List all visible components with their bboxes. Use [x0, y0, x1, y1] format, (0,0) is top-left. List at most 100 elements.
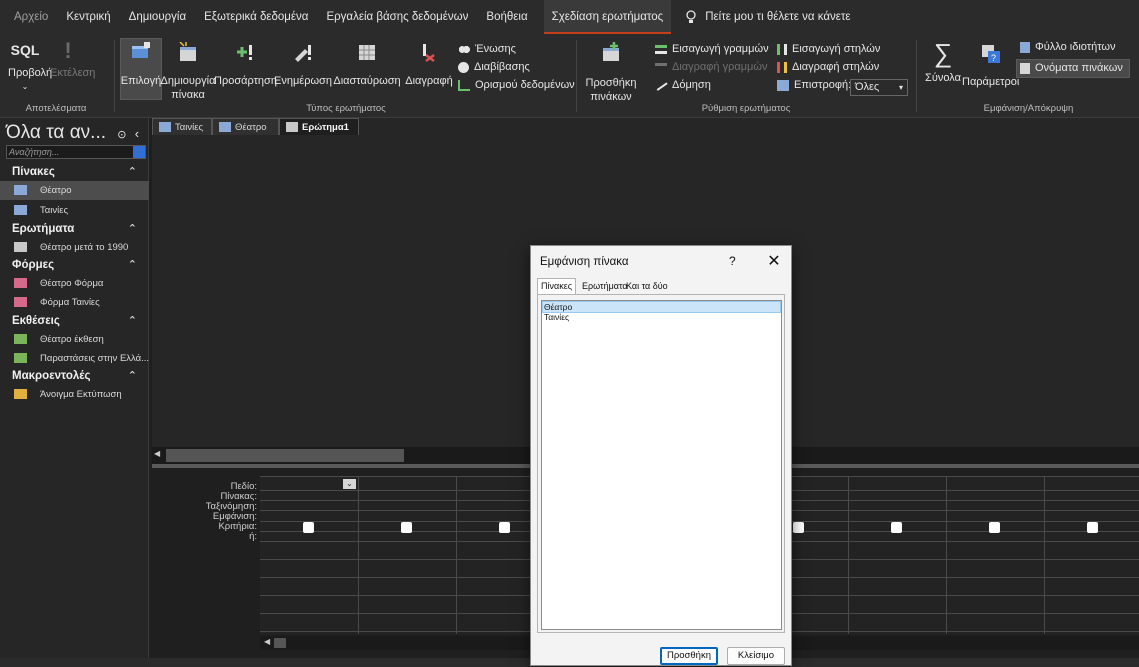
parameters-icon: ? — [982, 45, 1000, 63]
update-pencil-icon — [295, 45, 311, 62]
update-button[interactable]: Ενημέρωση — [272, 42, 334, 88]
data-definition-icon — [458, 79, 470, 91]
add-button[interactable]: Προσθήκη — [660, 647, 718, 665]
delete-query-button[interactable]: Διαγραφή — [404, 42, 454, 88]
show-hide-group-label: Εμφάνιση/Απόκρυψη — [983, 103, 1074, 114]
show-checkbox[interactable] — [499, 522, 510, 533]
nav-category-tables[interactable]: Πίνακες ⌃ — [0, 164, 149, 181]
append-icon — [237, 45, 252, 60]
row-label-or: ή: — [249, 531, 257, 542]
delete-rows-button[interactable]: Διαγραφή γραμμών — [655, 61, 767, 73]
nav-item-report-theatro[interactable]: Θέατρο έκθεση — [0, 330, 149, 349]
doc-tab-query1[interactable]: Ερώτημα1 — [279, 118, 359, 135]
doc-tab-tainies[interactable]: Ταινίες — [152, 118, 212, 135]
sql-view-button[interactable]: SQL Προβολή ⌄ — [8, 40, 53, 94]
close-button[interactable]: Κλείσιμο — [727, 647, 785, 665]
insert-columns-button[interactable]: Εισαγωγή στηλών — [777, 43, 880, 55]
nav-item-label: Άνοιγμα Εκτύπωση — [40, 389, 122, 400]
nav-item-label: Θέατρο μετά το 1990 — [40, 242, 129, 253]
append-button[interactable]: Προσάρτηση — [214, 42, 277, 88]
show-checkbox[interactable] — [891, 522, 902, 533]
dialog-tab-panel: Θέατρο Ταινίες — [537, 294, 785, 633]
scrollbar-thumb[interactable] — [274, 638, 286, 648]
show-checkbox[interactable] — [401, 522, 412, 533]
nav-search-input[interactable]: Αναζήτηση... — [6, 145, 146, 159]
tab-query-design[interactable]: Σχεδίαση ερωτήματος — [543, 0, 672, 34]
totals-button[interactable]: ∑ Σύνολα — [920, 40, 966, 85]
make-table-label-2: πίνακα — [171, 89, 205, 101]
doc-tab-label: Θέατρο — [235, 122, 267, 133]
builder-button[interactable]: Δόμηση — [654, 79, 711, 91]
nav-item-theatro-table[interactable]: Θέατρο — [0, 181, 149, 200]
nav-category-macros[interactable]: Μακροεντολές ⌃ — [0, 368, 149, 385]
field-dropdown[interactable]: ⌄ — [343, 479, 356, 489]
list-item-tainies[interactable]: Ταινίες — [543, 312, 780, 322]
nav-item-form-theatro[interactable]: Θέατρο Φόρμα — [0, 274, 149, 293]
scroll-left-arrow[interactable]: ◀ — [154, 449, 164, 462]
crosstab-button[interactable]: Διασταύρωση — [330, 42, 404, 88]
nav-item-tainies-table[interactable]: Ταινίες — [0, 201, 149, 220]
property-sheet-button[interactable]: Φύλλο ιδιοτήτων — [1020, 41, 1116, 53]
table-list[interactable]: Θέατρο Ταινίες — [541, 300, 782, 630]
search-icon[interactable] — [133, 146, 145, 158]
union-button[interactable]: Ένωσης — [458, 43, 516, 55]
return-icon — [777, 79, 789, 91]
nav-category-label: Μακροεντολές — [12, 370, 91, 382]
select-query-button[interactable]: Επιλογή — [118, 42, 164, 88]
run-button[interactable]: ! Εκτέλεση — [50, 40, 95, 80]
add-tables-button[interactable]: Προσθήκη πινάκων — [582, 42, 640, 104]
nav-search-placeholder: Αναζήτηση... — [9, 147, 60, 157]
tell-me-box[interactable]: Πείτε μου τι θέλετε να κάνετε — [685, 10, 851, 24]
chevron-left-icon[interactable]: ‹ — [135, 126, 139, 141]
parameters-button[interactable]: ? Παράμετροι — [962, 42, 1019, 89]
return-combo[interactable]: Όλες ▾ — [850, 79, 908, 96]
tab-external-data[interactable]: Εξωτερικά δεδομένα — [202, 0, 310, 34]
make-table-icon — [179, 42, 196, 61]
nav-item-query[interactable]: Θέατρο μετά το 1990 — [0, 238, 149, 257]
tab-database-tools[interactable]: Εργαλεία βάσης δεδομένων — [324, 0, 470, 34]
tab-help[interactable]: Βοήθεια — [484, 0, 529, 34]
tab-create[interactable]: Δημιουργία — [127, 0, 188, 34]
scroll-left-arrow[interactable]: ◀ — [264, 637, 270, 646]
delete-query-icon — [423, 44, 435, 62]
document-tabs: Ταινίες Θέατρο Ερώτημα1 — [152, 118, 1139, 135]
data-definition-button[interactable]: Ορισμού δεδομένων — [458, 79, 575, 91]
dialog-title: Εμφάνιση πίνακα — [540, 256, 629, 268]
nav-category-label: Φόρμες — [12, 259, 55, 271]
doc-tab-theatro[interactable]: Θέατρο — [212, 118, 279, 135]
insert-rows-button[interactable]: Εισαγωγή γραμμών — [655, 43, 769, 55]
pass-through-button[interactable]: Διαβίβασης — [458, 61, 530, 73]
nav-item-report-performances[interactable]: Παραστάσεις στην Ελλά... — [0, 349, 149, 368]
list-item-theatro[interactable]: Θέατρο — [542, 301, 781, 313]
nav-item-label: Θέατρο — [40, 185, 72, 196]
show-checkbox[interactable] — [1087, 522, 1098, 533]
view-label: Προβολή — [8, 67, 53, 79]
dialog-tab-both[interactable]: Και τα δύο — [623, 279, 671, 294]
table-icon — [14, 205, 27, 215]
select-label: Επιλογή — [120, 75, 162, 87]
delete-columns-button[interactable]: Διαγραφή στηλών — [777, 61, 879, 73]
table-names-button[interactable]: Ονόματα πινάκων — [1020, 62, 1123, 74]
tab-file[interactable]: Αρχείο — [12, 0, 50, 34]
add-tables-icon — [603, 42, 619, 61]
grid-column-line — [1044, 476, 1045, 634]
union-label: Ένωσης — [475, 43, 516, 55]
nav-pane-title[interactable]: Όλα τα αν... ⊙ ‹ — [6, 122, 139, 144]
close-icon[interactable]: ✕ — [764, 251, 784, 271]
nav-category-reports[interactable]: Εκθέσεις ⌃ — [0, 313, 149, 330]
help-icon[interactable]: ? — [729, 254, 736, 268]
circle-chevron-down-icon[interactable]: ⊙ — [117, 129, 126, 141]
nav-category-forms[interactable]: Φόρμες ⌃ — [0, 257, 149, 274]
dialog-tab-tables[interactable]: Πίνακες — [537, 278, 577, 295]
show-checkbox[interactable] — [989, 522, 1000, 533]
nav-category-label: Πίνακες — [12, 166, 55, 178]
nav-category-queries[interactable]: Ερωτήματα ⌃ — [0, 221, 149, 238]
show-checkbox[interactable] — [793, 522, 804, 533]
return-value: Όλες — [855, 81, 880, 93]
scrollbar-thumb[interactable] — [166, 449, 404, 462]
show-checkbox[interactable] — [303, 522, 314, 533]
nav-item-form-tainies[interactable]: Φόρμα Ταινίες — [0, 293, 149, 312]
make-table-button[interactable]: Δημιουργία πίνακα — [160, 42, 216, 102]
tab-home[interactable]: Κεντρική — [64, 0, 112, 34]
nav-item-macro[interactable]: Άνοιγμα Εκτύπωση — [0, 385, 149, 404]
